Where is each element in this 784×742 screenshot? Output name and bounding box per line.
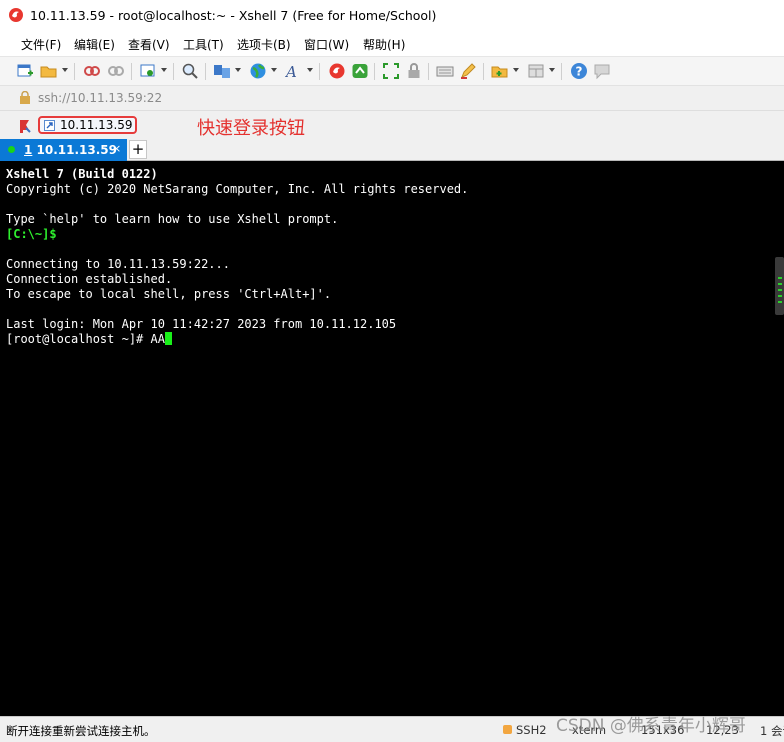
toolbar-separator — [131, 63, 132, 80]
open-folder-icon[interactable] — [40, 62, 58, 80]
transfer-icon[interactable] — [213, 62, 231, 80]
open-dropdown-icon[interactable] — [62, 68, 68, 72]
status-sessions: 1 会话 — [760, 724, 784, 738]
annotation-text: 快速登录按钮 — [197, 118, 305, 139]
address-bar: ssh://10.11.13.59:22 — [0, 86, 784, 111]
shortcut-icon — [44, 120, 55, 131]
quick-connect-button[interactable]: 10.11.13.59 — [38, 116, 137, 134]
terminal-line: Type `help' to learn how to use Xshell p… — [6, 212, 339, 226]
new-tab-dropdown-icon[interactable] — [513, 68, 519, 72]
menu-tools[interactable]: 工具(T) — [183, 36, 224, 53]
new-session-icon[interactable] — [16, 62, 34, 80]
status-protocol: SSH2 — [503, 723, 547, 737]
tab-session-1[interactable]: 1 10.11.13.59 × — [0, 139, 127, 161]
window-title: 10.11.13.59 - root@localhost:~ - Xshell … — [30, 8, 437, 23]
terminal-output: Xshell 7 (Build 0122) Copyright (c) 2020… — [6, 167, 468, 347]
svg-text:?: ? — [576, 65, 583, 79]
globe-dropdown-icon[interactable] — [271, 68, 277, 72]
toolbar-separator — [173, 63, 174, 80]
menu-window[interactable]: 窗口(W) — [304, 36, 349, 53]
menu-file[interactable]: 文件(F) — [21, 36, 61, 53]
toolbar-separator — [428, 63, 429, 80]
status-message: 断开连接重新尝试连接主机。 — [6, 724, 156, 738]
connected-status-icon — [8, 146, 15, 153]
toolbar-separator — [483, 63, 484, 80]
lock-icon[interactable] — [405, 62, 423, 80]
shell-prompt-line: [root@localhost ~]# AA — [6, 332, 165, 346]
properties-dropdown-icon[interactable] — [161, 68, 167, 72]
terminal-line: Copyright (c) 2020 NetSarang Computer, I… — [6, 182, 469, 196]
title-bar: 10.11.13.59 - root@localhost:~ - Xshell … — [0, 0, 784, 31]
toolbar-separator — [374, 63, 375, 80]
font-icon[interactable]: A — [285, 62, 303, 80]
bookmark-flag-icon[interactable] — [17, 118, 33, 134]
menu-help[interactable]: 帮助(H) — [363, 36, 405, 53]
terminal-line: Last login: Mon Apr 10 11:42:27 2023 fro… — [6, 317, 397, 331]
layout-icon[interactable] — [527, 62, 545, 80]
new-tab-folder-icon[interactable] — [491, 62, 509, 80]
lock-icon — [20, 91, 30, 104]
terminal-line: To escape to local shell, press 'Ctrl+Al… — [6, 287, 332, 301]
tab-label: 1 10.11.13.59 — [24, 143, 117, 157]
terminal-line: Connection established. — [6, 272, 173, 286]
keyboard-icon[interactable] — [436, 62, 454, 80]
watermark: CSDN @佛系青年小辉哥 — [556, 716, 746, 736]
close-tab-icon[interactable]: × — [112, 142, 121, 155]
status-bar: 断开连接重新尝试连接主机。 SSH2 xterm 151x36 12,23 1 … — [0, 716, 784, 742]
menu-view[interactable]: 查看(V) — [128, 36, 170, 53]
tab-strip: 1 10.11.13.59 × + — [0, 139, 784, 161]
toolbar-separator — [319, 63, 320, 80]
terminal-cursor — [164, 332, 172, 345]
address-url[interactable]: ssh://10.11.13.59:22 — [38, 91, 162, 105]
local-prompt: [C:\~]$ — [6, 227, 57, 241]
reconnect-icon[interactable] — [107, 62, 125, 80]
disconnect-icon[interactable] — [83, 62, 101, 80]
quick-connect-label: 10.11.13.59 — [60, 118, 133, 132]
terminal-line: Xshell 7 (Build 0122) — [6, 167, 158, 181]
menu-tabs[interactable]: 选项卡(B) — [237, 36, 291, 53]
fullscreen-icon[interactable] — [382, 62, 400, 80]
toolbar-separator — [205, 63, 206, 80]
add-tab-button[interactable]: + — [129, 140, 147, 159]
tab-host: 10.11.13.59 — [32, 143, 118, 157]
menu-bar: 文件(F) 编辑(E) 查看(V) 工具(T) 选项卡(B) 窗口(W) 帮助(… — [0, 31, 784, 57]
toolbar-separator — [74, 63, 75, 80]
xshell-logo-icon — [9, 8, 23, 22]
toolbar-separator — [561, 63, 562, 80]
terminal-view[interactable]: Xshell 7 (Build 0122) Copyright (c) 2020… — [0, 161, 784, 716]
font-dropdown-icon[interactable] — [307, 68, 313, 72]
scrollbar-thumb[interactable] — [775, 257, 784, 315]
chat-icon[interactable] — [593, 62, 611, 80]
find-icon[interactable] — [181, 62, 199, 80]
xftp-icon[interactable] — [351, 62, 369, 80]
terminal-line: Connecting to 10.11.13.59:22... — [6, 257, 230, 271]
quick-connect-bar: 10.11.13.59 快速登录按钮 — [0, 111, 784, 139]
svg-text:A: A — [285, 63, 297, 80]
ssh-lock-icon — [503, 725, 512, 734]
help-icon[interactable]: ? — [570, 62, 588, 80]
xshell-logo-icon[interactable] — [328, 62, 346, 80]
highlight-icon[interactable] — [459, 62, 477, 80]
globe-icon[interactable] — [249, 62, 267, 80]
menu-edit[interactable]: 编辑(E) — [74, 36, 115, 53]
layout-dropdown-icon[interactable] — [549, 68, 555, 72]
properties-icon[interactable] — [139, 62, 157, 80]
toolbar: A ? — [0, 57, 784, 86]
transfer-dropdown-icon[interactable] — [235, 68, 241, 72]
